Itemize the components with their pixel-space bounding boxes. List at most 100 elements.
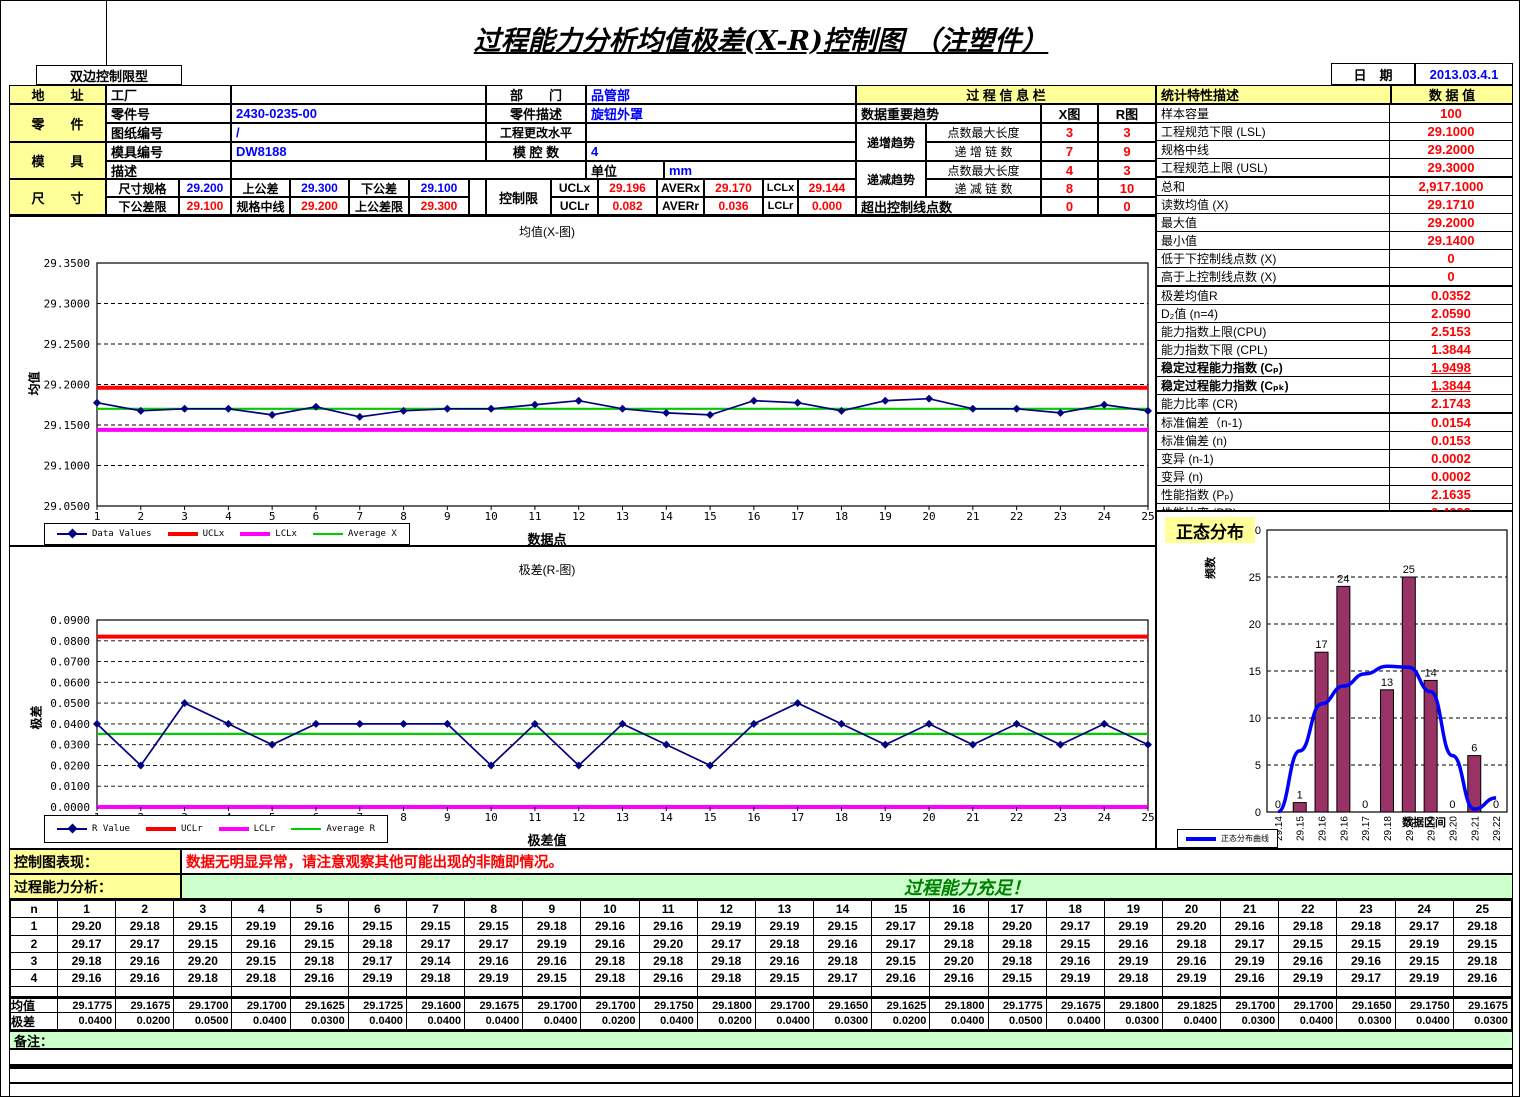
cavity-value[interactable]: 4	[586, 142, 856, 161]
measurement-cell[interactable]: 29.19	[232, 918, 290, 934]
measurement-cell[interactable]: 29.16	[523, 953, 581, 969]
measurement-cell[interactable]: 29.16	[640, 918, 698, 934]
measurement-cell[interactable]: 29.16	[116, 970, 174, 986]
measurement-cell[interactable]: 29.20	[174, 953, 232, 969]
measurement-cell[interactable]: 29.15	[407, 918, 465, 934]
measurement-cell[interactable]: 29.17	[698, 936, 756, 952]
measurement-cell[interactable]: 29.18	[930, 936, 988, 952]
measurement-cell[interactable]: 29.19	[1221, 953, 1279, 969]
measurement-cell[interactable]: 29.15	[756, 970, 814, 986]
measurement-cell[interactable]: 29.18	[174, 970, 232, 986]
measurement-cell[interactable]: 29.16	[1105, 936, 1163, 952]
measurement-cell[interactable]: 29.18	[1454, 953, 1511, 969]
measurement-cell[interactable]: 29.19	[1105, 953, 1163, 969]
measurement-cell[interactable]: 29.16	[1337, 953, 1395, 969]
measurement-cell[interactable]: 29.15	[1337, 936, 1395, 952]
measurement-cell[interactable]: 29.14	[407, 953, 465, 969]
measurement-cell[interactable]: 29.18	[1454, 918, 1511, 934]
notes-row-3[interactable]	[9, 1083, 1513, 1097]
measurement-cell[interactable]: 29.19	[1105, 918, 1163, 934]
measurement-cell[interactable]: 29.17	[872, 936, 930, 952]
measurement-cell[interactable]: 29.16	[291, 918, 349, 934]
measurement-cell[interactable]: 29.17	[814, 970, 872, 986]
measurement-cell[interactable]: 29.19	[756, 918, 814, 934]
measurement-cell[interactable]: 29.17	[407, 936, 465, 952]
measurement-cell[interactable]: 29.18	[232, 970, 290, 986]
measurement-cell[interactable]: 29.18	[116, 918, 174, 934]
measurement-cell[interactable]: 29.18	[989, 936, 1047, 952]
measurement-cell[interactable]: 29.15	[1454, 936, 1511, 952]
measurement-cell[interactable]: 29.18	[581, 953, 639, 969]
measurement-cell[interactable]: 29.17	[872, 918, 930, 934]
measurement-cell[interactable]: 29.18	[291, 953, 349, 969]
measurement-cell[interactable]: 29.16	[1279, 953, 1337, 969]
measurement-cell[interactable]: 29.19	[1396, 970, 1454, 986]
measurement-cell[interactable]: 29.18	[756, 936, 814, 952]
measurement-cell[interactable]: 29.15	[872, 953, 930, 969]
measurement-cell[interactable]: 29.16	[1454, 970, 1511, 986]
measurement-cell[interactable]: 29.18	[523, 918, 581, 934]
measurement-cell[interactable]: 29.19	[1163, 970, 1221, 986]
measurement-cell[interactable]: 29.16	[814, 936, 872, 952]
measurement-cell[interactable]: 29.18	[1279, 918, 1337, 934]
factory-value[interactable]	[231, 85, 486, 104]
drawing-no-value[interactable]: /	[231, 123, 486, 142]
mold-no-value[interactable]: DW8188	[231, 142, 486, 161]
measurement-cell[interactable]: 29.17	[349, 953, 407, 969]
measurement-cell[interactable]: 29.16	[465, 953, 523, 969]
measurement-cell[interactable]: 29.15	[1396, 953, 1454, 969]
measurement-cell[interactable]: 29.18	[698, 953, 756, 969]
mold-desc-value[interactable]	[231, 161, 586, 179]
measurement-cell[interactable]: 29.16	[1047, 953, 1105, 969]
measurement-cell[interactable]: 29.17	[1396, 918, 1454, 934]
measurement-cell[interactable]: 29.16	[581, 918, 639, 934]
measurement-cell[interactable]: 29.19	[1279, 970, 1337, 986]
part-desc-value[interactable]: 旋钮外罩	[586, 104, 856, 123]
notes-row-2[interactable]	[9, 1068, 1513, 1083]
measurement-cell[interactable]: 29.16	[640, 970, 698, 986]
measurement-cell[interactable]: 29.15	[1279, 936, 1337, 952]
measurement-cell[interactable]: 29.18	[581, 970, 639, 986]
measurement-cell[interactable]: 29.15	[989, 970, 1047, 986]
measurement-cell[interactable]: 29.17	[465, 936, 523, 952]
measurement-cell[interactable]: 29.16	[581, 936, 639, 952]
lower-tol-value[interactable]: 29.100	[409, 179, 469, 197]
measurement-cell[interactable]: 29.20	[640, 936, 698, 952]
measurement-cell[interactable]: 29.19	[349, 970, 407, 986]
measurement-cell[interactable]: 29.18	[58, 953, 116, 969]
measurement-cell[interactable]: 29.16	[232, 936, 290, 952]
dim-spec-value[interactable]: 29.200	[179, 179, 231, 197]
dept-value[interactable]: 品管部	[586, 85, 856, 104]
measurement-cell[interactable]: 29.18	[814, 953, 872, 969]
measurement-cell[interactable]: 29.15	[1047, 936, 1105, 952]
measurement-cell[interactable]: 29.15	[291, 936, 349, 952]
measurement-cell[interactable]: 29.18	[989, 953, 1047, 969]
measurement-cell[interactable]: 29.20	[989, 918, 1047, 934]
notes-row-1[interactable]	[9, 1049, 1513, 1065]
measurement-cell[interactable]: 29.18	[1163, 936, 1221, 952]
measurement-cell[interactable]: 29.16	[58, 970, 116, 986]
measurement-cell[interactable]: 29.15	[174, 918, 232, 934]
measurement-cell[interactable]: 29.19	[1047, 970, 1105, 986]
eng-change-value[interactable]	[586, 123, 856, 142]
measurement-cell[interactable]: 29.16	[291, 970, 349, 986]
measurement-cell[interactable]: 29.16	[756, 953, 814, 969]
measurement-cell[interactable]: 29.16	[1163, 953, 1221, 969]
measurement-cell[interactable]: 29.19	[465, 970, 523, 986]
date-value[interactable]: 2013.03.4.1	[1415, 63, 1513, 85]
measurement-cell[interactable]: 29.16	[930, 970, 988, 986]
measurement-cell[interactable]: 29.18	[407, 970, 465, 986]
upper-tol-value[interactable]: 29.300	[290, 179, 349, 197]
measurement-cell[interactable]: 29.17	[1221, 936, 1279, 952]
measurement-cell[interactable]: 29.19	[698, 918, 756, 934]
measurement-cell[interactable]: 29.15	[814, 918, 872, 934]
measurement-cell[interactable]: 29.19	[1396, 936, 1454, 952]
measurement-cell[interactable]: 29.18	[349, 936, 407, 952]
measurement-cell[interactable]: 29.15	[465, 918, 523, 934]
measurement-cell[interactable]: 29.15	[349, 918, 407, 934]
measurement-cell[interactable]: 29.18	[1337, 918, 1395, 934]
measurement-cell[interactable]: 29.17	[58, 936, 116, 952]
measurement-cell[interactable]: 29.18	[1105, 970, 1163, 986]
measurement-cell[interactable]: 29.18	[640, 953, 698, 969]
part-no-value[interactable]: 2430-0235-00	[231, 104, 486, 123]
